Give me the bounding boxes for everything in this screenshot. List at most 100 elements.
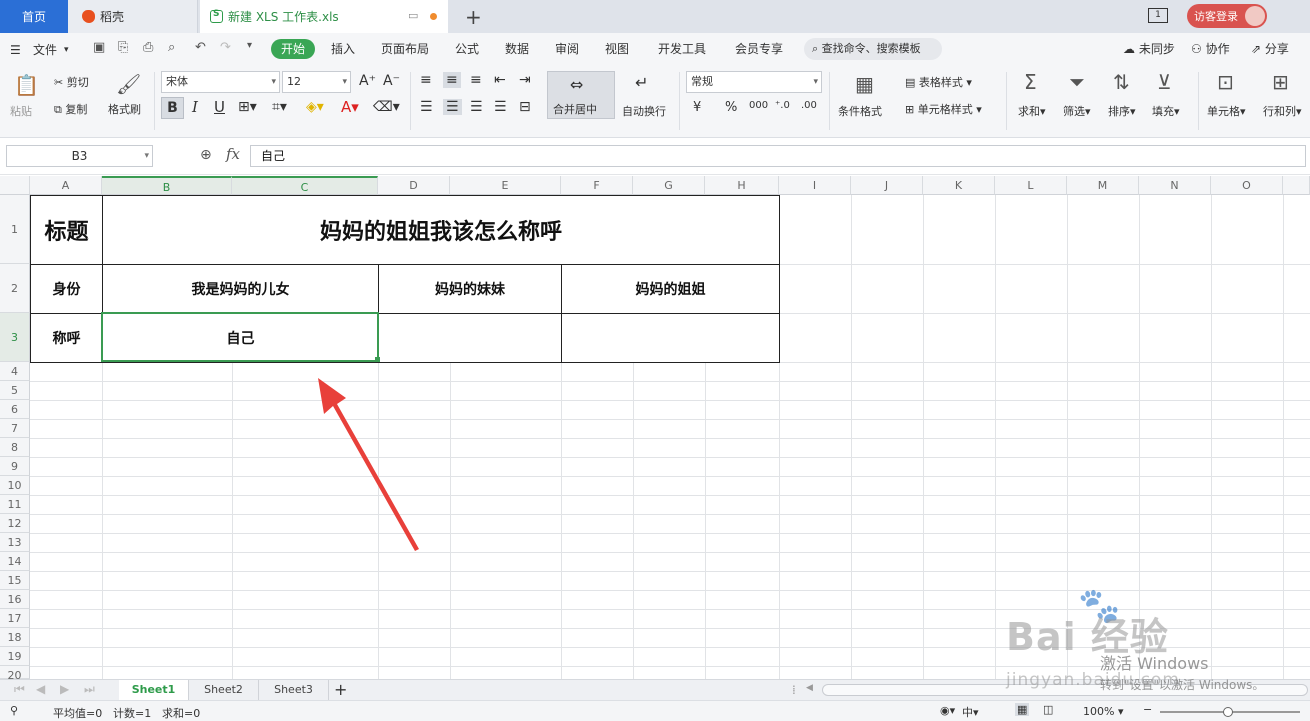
increase-font-icon[interactable]: A⁺ (359, 73, 376, 89)
merge-center-button[interactable]: ⇔ 合并居中 (547, 71, 615, 119)
row-col-button[interactable]: 行和列▾ (1263, 103, 1302, 119)
sheet-tab-2[interactable]: Sheet2 (189, 680, 259, 700)
percent-icon[interactable]: % (725, 100, 737, 115)
cell-button[interactable]: 单元格▾ (1207, 103, 1246, 119)
row-header-12[interactable]: 12 (0, 514, 30, 533)
next-sheet-icon[interactable]: ▶ (60, 682, 69, 696)
normal-view-icon[interactable]: ▦ (1015, 703, 1030, 716)
column-header-g[interactable]: G (633, 176, 705, 195)
row-header-10[interactable]: 10 (0, 476, 30, 495)
cell-a1[interactable]: 标题 (30, 195, 103, 265)
indent-increase-icon[interactable]: ⇥ (519, 72, 531, 88)
zoom-slider-knob[interactable] (1223, 707, 1233, 717)
row-header-20[interactable]: 20 (0, 666, 30, 679)
fill-color-icon[interactable]: ◈▾ (306, 99, 324, 115)
row-header-14[interactable]: 14 (0, 552, 30, 571)
print-icon[interactable]: ⎙ (143, 40, 153, 55)
tab-home[interactable]: 首页 (0, 0, 68, 33)
row-header-1[interactable]: 1 (0, 195, 30, 264)
cell-icon[interactable]: ⊡ (1217, 70, 1234, 94)
last-sheet-icon[interactable]: ⏭ (84, 682, 95, 697)
chevron-down-icon[interactable]: ▾ (64, 40, 69, 60)
column-header-f[interactable]: F (561, 176, 633, 195)
cell-f2[interactable]: 妈妈的姐姐 (561, 264, 780, 314)
save-icon[interactable]: ▣ (93, 40, 105, 55)
row-header-4[interactable]: 4 (0, 362, 30, 381)
decrease-font-icon[interactable]: A⁻ (383, 73, 400, 89)
cell-b2[interactable]: 我是妈妈的儿女 (102, 264, 379, 314)
currency-icon[interactable]: ¥ (693, 100, 701, 115)
tab-formulas[interactable]: 公式 (455, 39, 479, 59)
align-top-icon[interactable]: ≡ (420, 72, 432, 88)
align-middle-icon[interactable]: ≡ (443, 72, 461, 88)
cell-a3[interactable]: 称呼 (30, 313, 103, 363)
horizontal-scrollbar[interactable] (822, 684, 1308, 696)
column-header-k[interactable]: K (923, 176, 995, 195)
tab-developer[interactable]: 开发工具 (658, 39, 706, 59)
sum-button[interactable]: 求和▾ (1018, 103, 1046, 119)
tab-daoke[interactable]: 稻壳 (68, 0, 198, 33)
cloud-sync-button[interactable]: ☁ 未同步 (1123, 39, 1175, 59)
conditional-format-button[interactable]: 条件格式 (838, 103, 882, 119)
column-header-a[interactable]: A (30, 176, 102, 195)
fill-button[interactable]: 填充▾ (1152, 103, 1180, 119)
row-header-8[interactable]: 8 (0, 438, 30, 457)
page-view-icon[interactable]: ◫ (1043, 703, 1053, 716)
row-header-7[interactable]: 7 (0, 419, 30, 438)
window-count-icon[interactable]: 1 (1148, 8, 1168, 23)
scroll-left-icon[interactable]: ◀ (806, 683, 813, 693)
underline-button[interactable]: U (214, 98, 225, 116)
clear-format-icon[interactable]: ⌫▾ (373, 99, 400, 115)
format-painter-button[interactable]: 格式刷 (108, 101, 141, 117)
column-header-e[interactable]: E (450, 176, 561, 195)
row-header-2[interactable]: 2 (0, 264, 30, 313)
column-header-c[interactable]: C (232, 176, 378, 195)
font-name-select[interactable]: 宋体 (161, 71, 280, 93)
monitor-icon[interactable]: ▭ (408, 9, 418, 22)
format-painter-icon[interactable]: 🖌 (116, 72, 141, 96)
column-header-d[interactable]: D (378, 176, 450, 195)
indent-decrease-icon[interactable]: ⇤ (494, 72, 506, 88)
macro-icon[interactable]: ⚲ (10, 704, 18, 717)
justify-icon[interactable]: ☰ (494, 99, 507, 115)
cell-a2[interactable]: 身份 (30, 264, 103, 314)
select-all-corner[interactable] (0, 176, 30, 195)
filter-icon[interactable]: ⏷ (1069, 70, 1085, 94)
tab-data[interactable]: 数据 (505, 39, 529, 59)
redo-icon[interactable]: ↷ (220, 40, 231, 55)
column-header-b[interactable]: B (102, 176, 232, 195)
cell-style-button[interactable]: ⊞ 单元格样式 ▾ (905, 101, 982, 117)
row-header-6[interactable]: 6 (0, 400, 30, 419)
row-header-3[interactable]: 3 (0, 313, 30, 362)
column-header-h[interactable]: H (705, 176, 779, 195)
row-header-13[interactable]: 13 (0, 533, 30, 552)
print-preview-icon[interactable]: ⌕ (168, 40, 175, 55)
row-header-9[interactable]: 9 (0, 457, 30, 476)
cell-f3[interactable] (561, 313, 780, 363)
fill-handle[interactable] (375, 357, 380, 362)
conditional-format-icon[interactable]: ▦ (855, 72, 874, 96)
sort-icon[interactable]: ⇅ (1113, 70, 1130, 94)
column-header-o[interactable]: O (1211, 176, 1283, 195)
collaborate-button[interactable]: ⚇ 协作 (1191, 39, 1230, 59)
hamburger-icon[interactable]: ☰ (10, 40, 21, 60)
sum-icon[interactable]: Σ (1024, 70, 1037, 94)
input-method-icon[interactable]: 中▾ (962, 704, 979, 720)
file-menu[interactable]: 文件 (33, 40, 57, 60)
tab-view[interactable]: 视图 (605, 39, 629, 59)
sheet-tab-3[interactable]: Sheet3 (259, 680, 329, 700)
border-icon[interactable]: ⊞▾ (238, 99, 257, 115)
zoom-out-icon[interactable]: − (1143, 703, 1152, 716)
insert-function-icon[interactable]: fx (226, 145, 240, 163)
column-header-l[interactable]: L (995, 176, 1067, 195)
align-center-icon[interactable]: ☰ (443, 99, 462, 115)
thousands-icon[interactable]: 000 (749, 100, 768, 111)
strikethrough-icon[interactable]: ⌗▾ (272, 99, 287, 115)
tab-review[interactable]: 审阅 (555, 39, 579, 59)
zoom-formula-icon[interactable]: ⊕ (200, 147, 212, 163)
command-search[interactable]: ⌕ 查找命令、搜索模板 (804, 38, 942, 60)
tab-start[interactable]: 开始 (271, 39, 316, 59)
row-header-19[interactable]: 19 (0, 647, 30, 666)
paste-icon[interactable]: 📋 (14, 73, 39, 97)
sheet-tab-1[interactable]: Sheet1 (119, 680, 189, 700)
